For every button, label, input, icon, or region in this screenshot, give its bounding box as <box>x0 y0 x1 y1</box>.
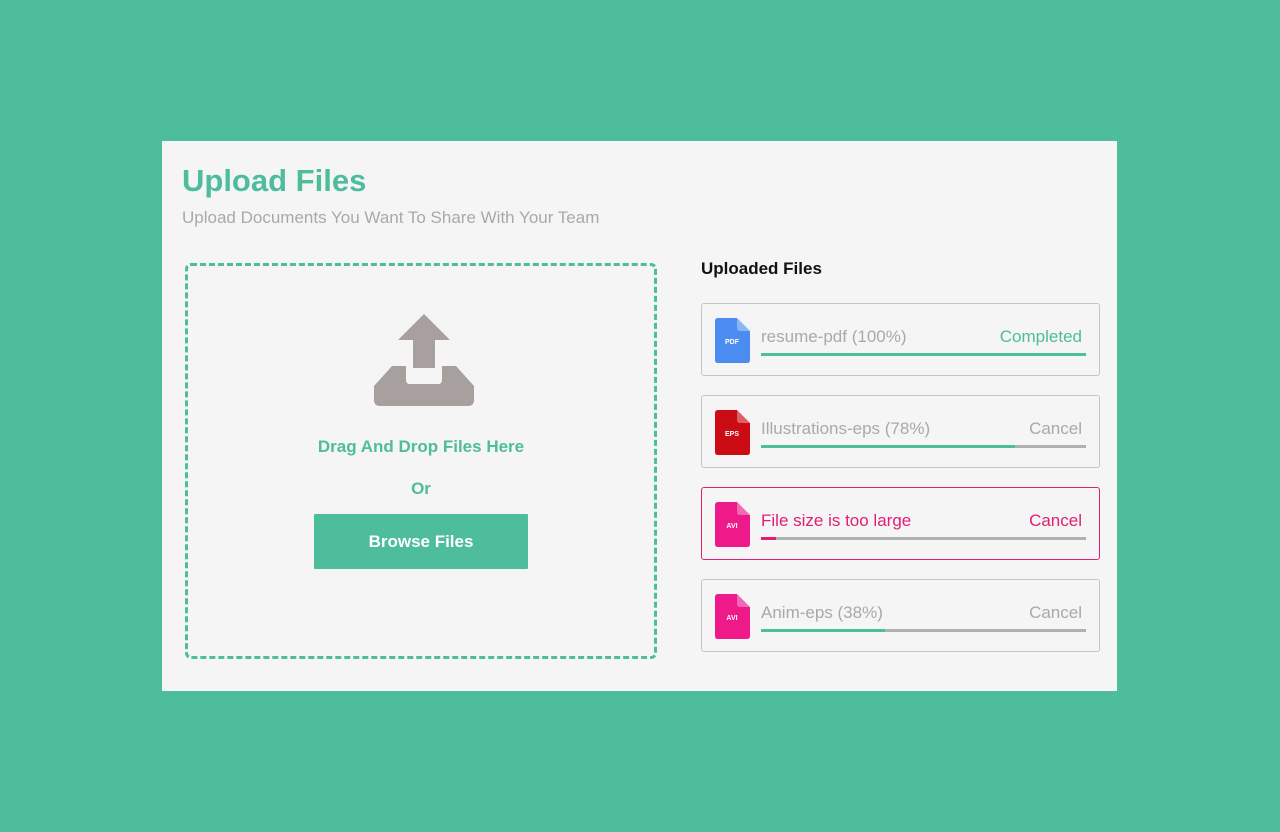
or-separator: Or <box>411 479 431 498</box>
uploaded-files-heading: Uploaded Files <box>701 259 822 278</box>
completed-status: Completed <box>999 327 1082 346</box>
file-item-resume-pdf: PDF resume-pdf (100%) Completed <box>701 303 1100 376</box>
progress-bar <box>761 629 1086 632</box>
file-type-label: AVI <box>726 523 737 530</box>
cancel-button[interactable]: Cancel <box>1029 603 1082 623</box>
cancel-button[interactable]: Cancel <box>1029 419 1082 439</box>
file-type-label: AVI <box>726 615 737 622</box>
drag-drop-text: Drag And Drop Files Here <box>317 437 525 456</box>
upload-tray-icon <box>374 314 474 406</box>
page-title: Upload Files <box>182 163 367 198</box>
page-subtitle: Upload Documents You Want To Share With … <box>182 208 600 227</box>
file-name: Illustrations-eps (78%) <box>761 419 931 438</box>
avi-file-icon: AVI <box>715 502 750 547</box>
pdf-file-icon: PDF <box>715 318 750 363</box>
file-name: Anim-eps (38%) <box>761 603 883 622</box>
progress-bar <box>761 353 1086 356</box>
file-type-label: EPS <box>725 431 739 438</box>
progress-bar <box>761 445 1086 448</box>
file-item-error: AVI File size is too large Cancel <box>701 487 1100 560</box>
drop-zone[interactable]: Drag And Drop Files Here Or Browse Files <box>185 263 657 659</box>
file-item-illustrations-eps: EPS Illustrations-eps (78%) Cancel <box>701 395 1100 468</box>
cancel-button[interactable]: Cancel <box>1029 511 1082 531</box>
browse-files-button[interactable]: Browse Files <box>314 514 528 569</box>
file-name: resume-pdf (100%) <box>761 327 907 346</box>
eps-file-icon: EPS <box>715 410 750 455</box>
avi-file-icon: AVI <box>715 594 750 639</box>
error-message: File size is too large <box>761 511 912 530</box>
file-item-anim-eps: AVI Anim-eps (38%) Cancel <box>701 579 1100 652</box>
upload-card: Upload Files Upload Documents You Want T… <box>162 141 1117 691</box>
file-type-label: PDF <box>725 339 740 346</box>
progress-bar <box>761 537 1086 540</box>
